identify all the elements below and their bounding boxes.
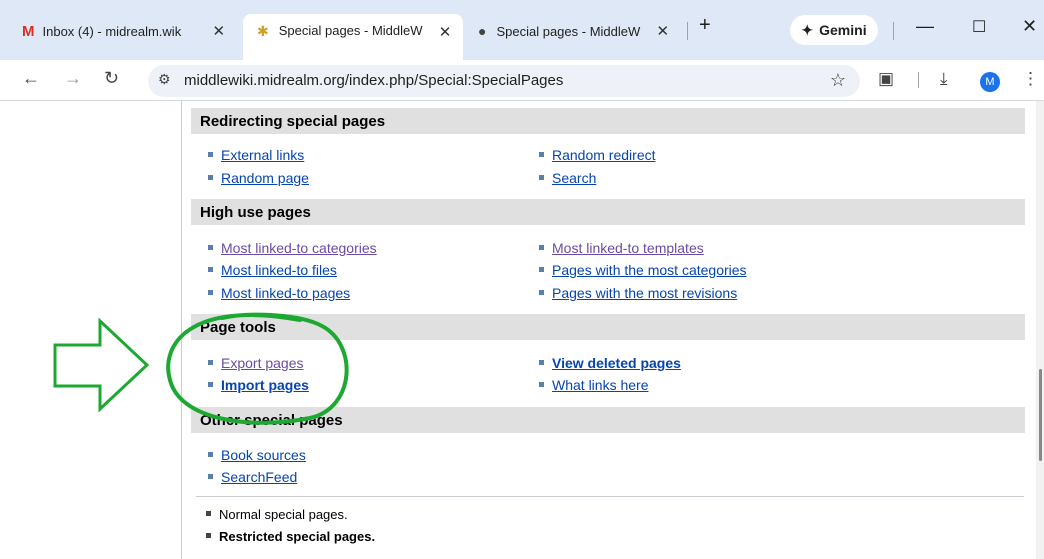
link-view-deleted-pages[interactable]: View deleted pages	[539, 355, 681, 371]
back-arrow-icon[interactable]: ←	[22, 68, 40, 89]
link-book-sources[interactable]: Book sources	[208, 447, 306, 463]
link-most-categories[interactable]: Pages with the most categories	[539, 262, 747, 278]
link-text: Book sources	[221, 447, 306, 463]
page-scrollbar[interactable]	[1036, 101, 1044, 559]
bullet	[208, 174, 213, 180]
link-what-links-here[interactable]: What links here	[539, 377, 648, 393]
link-text: Most linked-to pages	[221, 285, 351, 301]
link-text: Random redirect	[552, 147, 656, 163]
link-searchfeed[interactable]: SearchFeed	[208, 469, 297, 485]
link-text: Random page	[221, 170, 309, 186]
bullet	[208, 359, 213, 365]
scrollbar-thumb[interactable]	[1039, 369, 1042, 461]
site-settings-icon[interactable]: ⚙	[158, 71, 171, 88]
link-most-revisions[interactable]: Pages with the most revisions	[539, 285, 737, 301]
new-tab-button[interactable]: +	[699, 14, 711, 37]
gemini-sparkle-icon: ✦	[801, 21, 814, 38]
section-heading-high-use: High use pages	[191, 199, 1025, 225]
close-icon[interactable]: ✕	[213, 22, 226, 40]
bullet	[539, 174, 544, 180]
link-text: External links	[221, 147, 305, 163]
minimize-button[interactable]: —	[916, 16, 934, 37]
link-import-pages[interactable]: Import pages	[208, 377, 309, 393]
link-external-links[interactable]: External links	[208, 147, 304, 163]
tab-inbox[interactable]: M Inbox (4) - midrealm.wik ✕	[22, 14, 237, 48]
download-icon[interactable]: ⤓	[940, 69, 948, 89]
bullet	[539, 359, 544, 365]
close-icon[interactable]: ✕	[656, 22, 669, 40]
address-url[interactable]: middlewiki.midrealm.org/index.php/Specia…	[184, 72, 563, 89]
address-bar[interactable]: ⚙ middlewiki.midrealm.org/index.php/Spec…	[148, 65, 860, 97]
tab-title: Special pages - MiddleW	[496, 23, 641, 39]
menu-kebab-icon[interactable]: ⋮	[1022, 69, 1039, 89]
browser-toolbar: ← → ↻ ⚙ middlewiki.midrealm.org/index.ph…	[0, 60, 1044, 101]
bullet	[208, 244, 213, 250]
link-text: What links here	[552, 377, 649, 393]
section-heading-redirecting: Redirecting special pages	[191, 108, 1025, 134]
bullet	[539, 266, 544, 272]
bullet	[208, 151, 213, 157]
reading-list-icon[interactable]: ▣	[878, 69, 894, 89]
legend-text: Restricted special pages.	[219, 529, 376, 544]
profile-avatar[interactable]: M	[980, 72, 1000, 92]
bullet	[208, 451, 213, 457]
link-most-linked-files[interactable]: Most linked-to files	[208, 262, 337, 278]
link-text: SearchFeed	[221, 469, 298, 485]
legend-normal: Normal special pages.	[206, 507, 348, 522]
window-close-button[interactable]: ✕	[1022, 16, 1037, 37]
tab-special-pages-2[interactable]: ● Special pages - MiddleW ✕	[478, 14, 698, 48]
tab-title: Special pages - MiddleW	[278, 23, 423, 38]
gemini-label: Gemini	[819, 22, 867, 38]
bullet	[539, 381, 544, 387]
content-left-border	[181, 101, 182, 559]
gmail-icon: M	[22, 22, 35, 40]
bullet	[539, 289, 544, 295]
bullet	[208, 381, 213, 387]
tab-title: Inbox (4) - midrealm.wik	[42, 23, 182, 39]
toolbar-separator	[918, 72, 919, 88]
link-most-linked-pages[interactable]: Most linked-to pages	[208, 285, 350, 301]
globe-icon: ●	[478, 23, 487, 39]
wiki-beetle-icon: ✱	[257, 23, 269, 39]
link-search[interactable]: Search	[539, 170, 596, 186]
link-text: Most linked-to categories	[221, 240, 377, 256]
bullet	[206, 533, 211, 539]
tab-strip: M Inbox (4) - midrealm.wik ✕ ✱ Special p…	[0, 0, 1044, 60]
link-text: Search	[552, 170, 597, 186]
page-content: Redirecting special pages External links…	[0, 101, 1044, 559]
bullet	[208, 473, 213, 479]
link-random-page[interactable]: Random page	[208, 170, 309, 186]
legend-divider	[196, 496, 1024, 497]
gemini-button[interactable]: ✦ Gemini	[790, 15, 878, 45]
bullet	[539, 151, 544, 157]
link-text: Most linked-to files	[221, 262, 337, 278]
bookmark-star-icon[interactable]: ☆	[830, 70, 846, 91]
bullet	[539, 244, 544, 250]
link-most-linked-categories[interactable]: Most linked-to categories	[208, 240, 377, 256]
tab-separator	[893, 22, 894, 40]
link-text: Import pages	[221, 377, 309, 393]
link-text: View deleted pages	[552, 355, 681, 371]
bullet	[208, 289, 213, 295]
link-export-pages[interactable]: Export pages	[208, 355, 304, 371]
link-random-redirect[interactable]: Random redirect	[539, 147, 656, 163]
legend-text: Normal special pages.	[219, 507, 348, 522]
bullet	[208, 266, 213, 272]
link-text: Export pages	[221, 355, 304, 371]
bullet	[206, 511, 211, 517]
section-heading-page-tools: Page tools	[191, 314, 1025, 340]
forward-arrow-icon[interactable]: →	[64, 68, 82, 89]
link-text: Pages with the most revisions	[552, 285, 738, 301]
link-most-linked-templates[interactable]: Most linked-to templates	[539, 240, 704, 256]
legend-restricted: Restricted special pages.	[206, 529, 375, 544]
tab-separator	[687, 22, 688, 40]
link-text: Most linked-to templates	[552, 240, 704, 256]
maximize-button[interactable]: ☐	[972, 17, 986, 37]
section-heading-other: Other special pages	[191, 407, 1025, 433]
link-text: Pages with the most categories	[552, 262, 747, 278]
reload-icon[interactable]: ↻	[104, 68, 119, 89]
close-icon[interactable]: ✕	[439, 23, 452, 41]
tab-special-pages-active[interactable]: ✱ Special pages - MiddleW ✕	[243, 14, 463, 60]
